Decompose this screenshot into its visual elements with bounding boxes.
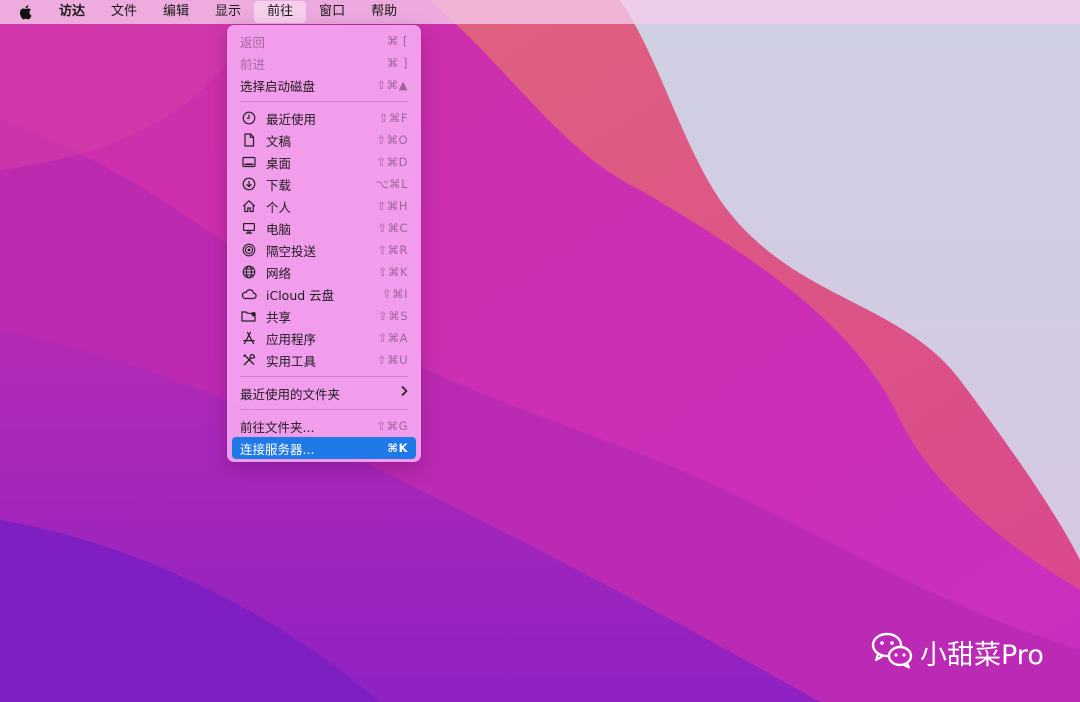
menu-item-shortcut: ⇧⌘U — [376, 353, 408, 367]
menu-item-shortcut: ⌘ ] — [386, 56, 408, 70]
menu-item-computer[interactable]: 电脑 ⇧⌘C — [232, 217, 416, 239]
menu-item-recents[interactable]: 最近使用 ⇧⌘F — [232, 107, 416, 129]
menu-item-label: 桌面 — [266, 155, 292, 171]
menu-item-label: 实用工具 — [266, 353, 317, 369]
computer-icon — [240, 219, 258, 237]
menu-item-go-to-folder[interactable]: 前往文件夹... ⇧⌘G — [232, 415, 416, 437]
menu-item-shortcut: ⇧⌘S — [378, 309, 408, 323]
menu-item-home[interactable]: 个人 ⇧⌘H — [232, 195, 416, 217]
menu-separator — [240, 101, 408, 102]
menu-item-shortcut: ⇧⌘I — [381, 287, 408, 301]
menu-item-documents[interactable]: 文稿 ⇧⌘O — [232, 129, 416, 151]
menu-item-shortcut: ⌥⌘L — [375, 177, 408, 191]
menu-item-label: 下载 — [266, 177, 292, 193]
desktop-icon — [240, 153, 258, 171]
wechat-icon — [870, 630, 914, 674]
utilities-icon — [240, 351, 258, 369]
menu-item-label: 连接服务器... — [240, 441, 315, 457]
menu-item-back[interactable]: 返回 ⌘ [ — [232, 30, 416, 52]
menu-item-label: 前进 — [240, 56, 266, 72]
menu-item-icloud-drive[interactable]: iCloud 云盘 ⇧⌘I — [232, 283, 416, 305]
menu-item-shortcut: ⇧⌘R — [377, 243, 408, 257]
menu-item-label: 选择启动磁盘 — [240, 78, 316, 94]
menu-item-shared[interactable]: 共享 ⇧⌘S — [232, 305, 416, 327]
network-icon — [240, 263, 258, 281]
menu-item-shortcut: ⇧⌘K — [377, 265, 408, 279]
menu-item-label: 隔空投送 — [266, 243, 317, 259]
watermark: 小甜菜Pro — [870, 630, 1044, 674]
menu-item-label: 个人 — [266, 199, 292, 215]
menu-item-label: 最近使用的文件夹 — [240, 386, 341, 402]
shared-folder-icon — [240, 307, 258, 325]
menu-item-label: 网络 — [266, 265, 292, 281]
menubar-file[interactable]: 文件 — [98, 0, 150, 24]
menu-item-label: 共享 — [266, 309, 292, 325]
menu-item-downloads[interactable]: 下载 ⌥⌘L — [232, 173, 416, 195]
menu-item-network[interactable]: 网络 ⇧⌘K — [232, 261, 416, 283]
menubar-finder[interactable]: 访达 — [46, 0, 98, 24]
menu-item-desktop[interactable]: 桌面 ⇧⌘D — [232, 151, 416, 173]
menu-bar: 访达 文件 编辑 显示 前往 窗口 帮助 — [0, 0, 1080, 24]
menu-item-label: 返回 — [240, 34, 266, 50]
menu-item-applications[interactable]: 应用程序 ⇧⌘A — [232, 327, 416, 349]
watermark-text: 小甜菜Pro — [920, 639, 1044, 671]
menu-separator — [240, 409, 408, 410]
menu-item-shortcut: ⇧⌘A — [377, 331, 408, 345]
home-icon — [240, 197, 258, 215]
menubar-help[interactable]: 帮助 — [358, 0, 410, 24]
menu-item-utilities[interactable]: 实用工具 ⇧⌘U — [232, 349, 416, 371]
apple-logo-icon[interactable] — [14, 0, 36, 24]
menu-item-label: 应用程序 — [266, 331, 317, 347]
menu-item-recent-folders[interactable]: 最近使用的文件夹 — [232, 382, 416, 404]
menubar-edit[interactable]: 编辑 — [150, 0, 202, 24]
clock-icon — [240, 109, 258, 127]
menu-item-connect-to-server[interactable]: 连接服务器... ⌘K — [232, 437, 416, 459]
menu-item-shortcut: ⌘K — [387, 441, 408, 455]
menu-item-label: 最近使用 — [266, 111, 317, 127]
menu-item-shortcut: ⇧⌘C — [377, 221, 408, 235]
menu-item-label: 电脑 — [266, 221, 292, 237]
menu-item-shortcut: ⇧⌘D — [376, 155, 408, 169]
chevron-right-icon — [400, 385, 408, 401]
download-icon — [240, 175, 258, 193]
menu-item-label: 文稿 — [266, 133, 292, 149]
desktop-wallpaper — [0, 0, 1080, 702]
menubar-view[interactable]: 显示 — [202, 0, 254, 24]
airdrop-icon — [240, 241, 258, 259]
menu-item-shortcut: ⇧⌘G — [376, 419, 408, 433]
go-menu: 返回 ⌘ [ 前进 ⌘ ] 选择启动磁盘 ⇧⌘▲ 最近使用 ⇧⌘F 文稿 ⇧⌘O… — [227, 25, 421, 462]
menu-item-shortcut: ⇧⌘O — [376, 133, 408, 147]
menu-item-shortcut: ⇧⌘▲ — [376, 78, 408, 92]
menu-item-label: iCloud 云盘 — [266, 287, 335, 303]
applications-icon — [240, 329, 258, 347]
menu-item-forward[interactable]: 前进 ⌘ ] — [232, 52, 416, 74]
menu-item-shortcut: ⌘ [ — [386, 34, 408, 48]
menu-separator — [240, 376, 408, 377]
menu-item-startup-disk[interactable]: 选择启动磁盘 ⇧⌘▲ — [232, 74, 416, 96]
menu-item-airdrop[interactable]: 隔空投送 ⇧⌘R — [232, 239, 416, 261]
menu-item-shortcut: ⇧⌘F — [378, 111, 408, 125]
menubar-window[interactable]: 窗口 — [306, 0, 358, 24]
cloud-icon — [240, 285, 258, 303]
menu-item-shortcut: ⇧⌘H — [376, 199, 408, 213]
menu-item-label: 前往文件夹... — [240, 419, 315, 435]
menubar-go[interactable]: 前往 — [254, 1, 307, 23]
document-icon — [240, 131, 258, 149]
